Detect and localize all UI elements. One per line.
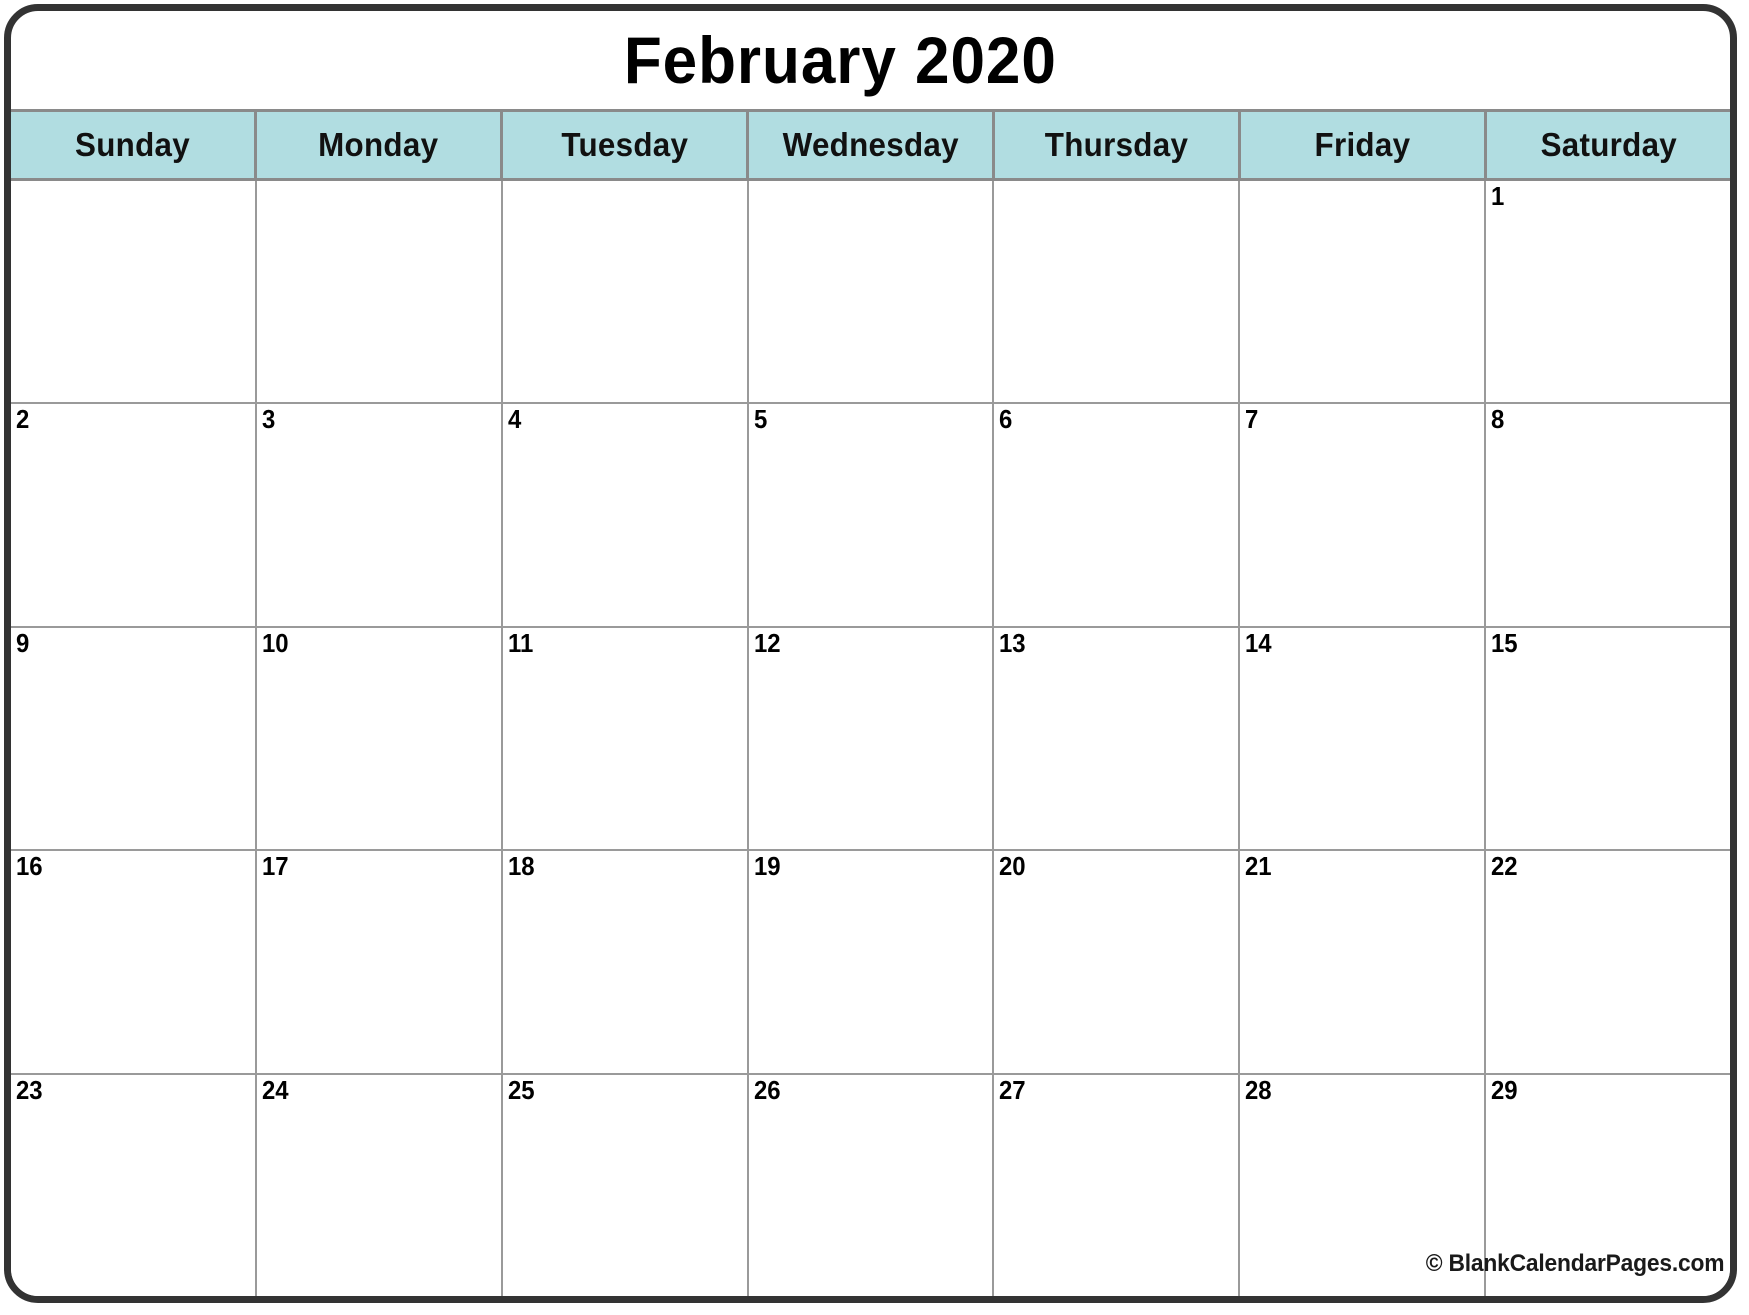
day-cell[interactable]: 16: [11, 851, 255, 1073]
day-number: 12: [753, 627, 781, 658]
day-cell[interactable]: 27: [992, 1074, 1239, 1296]
day-cell[interactable]: [992, 181, 1239, 403]
day-number: 25: [507, 1074, 535, 1105]
day-number: 11: [507, 627, 534, 658]
day-cell[interactable]: 29 © BlankCalendarPages.com: [1425, 1074, 1730, 1296]
day-number: 17: [261, 851, 289, 882]
day-cell[interactable]: 14: [1238, 627, 1485, 850]
day-cell[interactable]: 8: [1484, 404, 1730, 626]
day-cell[interactable]: 9: [11, 627, 255, 850]
day-number: 8: [1491, 404, 1505, 435]
day-cell[interactable]: 1: [1484, 181, 1730, 403]
day-cell[interactable]: [746, 181, 993, 403]
week-row: 1: [11, 181, 1730, 405]
weekday-label: Friday: [1314, 126, 1411, 163]
week-row: 9 10 11 12 13 14 15: [11, 627, 1730, 852]
day-number: 28: [1245, 1074, 1272, 1105]
weekday-label: Thursday: [1044, 126, 1189, 163]
weekday-label: Wednesday: [782, 126, 959, 163]
weekday-label: Saturday: [1540, 126, 1677, 163]
day-cell[interactable]: 5: [746, 404, 993, 626]
day-cell[interactable]: 10: [254, 627, 501, 850]
day-cell[interactable]: 23: [11, 1074, 255, 1296]
day-number: 2: [16, 404, 30, 435]
calendar-frame: February 2020 Sunday Monday Tuesday Wedn…: [4, 4, 1737, 1303]
day-number: 18: [507, 851, 535, 882]
day-cell[interactable]: [254, 181, 501, 403]
day-number: 5: [753, 404, 767, 435]
day-number: 13: [999, 627, 1027, 658]
day-number: 10: [261, 627, 289, 658]
day-number: 4: [507, 404, 522, 435]
day-number: 23: [16, 1074, 43, 1105]
day-number: 26: [753, 1074, 781, 1105]
day-number: 22: [1491, 851, 1518, 882]
weekday-label: Monday: [318, 126, 439, 163]
weekday-label: Tuesday: [561, 126, 688, 163]
day-cell[interactable]: 3: [254, 404, 501, 626]
day-number: 14: [1245, 627, 1272, 658]
weekday-header-saturday: Saturday: [1484, 112, 1730, 178]
site-credit: © BlankCalendarPages.com: [1425, 1250, 1725, 1278]
weekday-header-monday: Monday: [254, 112, 500, 178]
day-number: 27: [999, 1074, 1027, 1105]
day-number: 20: [999, 851, 1027, 882]
day-cell[interactable]: 4: [500, 404, 747, 626]
weekday-header-sunday: Sunday: [11, 112, 254, 178]
calendar-title-bar: February 2020: [11, 11, 1730, 109]
day-cell[interactable]: 12: [746, 627, 993, 850]
day-cell[interactable]: 22: [1484, 851, 1730, 1073]
day-number: 3: [261, 404, 276, 435]
day-number: 15: [1491, 627, 1518, 658]
day-cell[interactable]: 2: [11, 404, 255, 626]
day-cell[interactable]: 17: [254, 851, 501, 1073]
day-cell[interactable]: 13: [992, 627, 1239, 850]
day-number: 21: [1245, 851, 1272, 882]
weekday-header-row: Sunday Monday Tuesday Wednesday Thursday…: [11, 109, 1730, 181]
day-number: 6: [999, 404, 1013, 435]
day-cell[interactable]: 20: [992, 851, 1239, 1073]
day-number: 9: [16, 627, 30, 658]
day-cell[interactable]: 18: [500, 851, 747, 1073]
day-cell[interactable]: 25: [500, 1074, 747, 1296]
weekday-header-thursday: Thursday: [992, 112, 1238, 178]
week-row: 23 24 25 26 27 28 29 © BlankCalendarPage…: [11, 1074, 1730, 1296]
day-cell[interactable]: 19: [746, 851, 993, 1073]
day-cell[interactable]: 6: [992, 404, 1239, 626]
day-number: 16: [16, 851, 43, 882]
day-cell[interactable]: 24: [254, 1074, 501, 1296]
day-number: 7: [1245, 404, 1259, 435]
day-cell[interactable]: 15: [1484, 627, 1730, 850]
page-title: February 2020: [624, 23, 1057, 97]
day-cell[interactable]: 11: [500, 627, 747, 850]
weekday-header-friday: Friday: [1238, 112, 1484, 178]
day-cell[interactable]: [500, 181, 747, 403]
week-row: 16 17 18 19 20 21 22: [11, 851, 1730, 1075]
week-row: 2 3 4 5 6 7 8: [11, 404, 1730, 628]
day-cell[interactable]: 26: [746, 1074, 993, 1296]
day-cell[interactable]: 7: [1238, 404, 1485, 626]
day-cell[interactable]: [11, 181, 255, 403]
day-number: 1: [1491, 181, 1505, 211]
weekday-header-tuesday: Tuesday: [500, 112, 746, 178]
weekday-label: Sunday: [75, 126, 190, 163]
day-cell[interactable]: [1238, 181, 1485, 403]
day-number: 29: [1491, 1074, 1518, 1105]
day-number: 24: [261, 1074, 289, 1105]
weekday-header-wednesday: Wednesday: [746, 112, 992, 178]
calendar-grid: Sunday Monday Tuesday Wednesday Thursday…: [11, 109, 1730, 1296]
day-number: 19: [753, 851, 781, 882]
day-cell[interactable]: 21: [1238, 851, 1485, 1073]
